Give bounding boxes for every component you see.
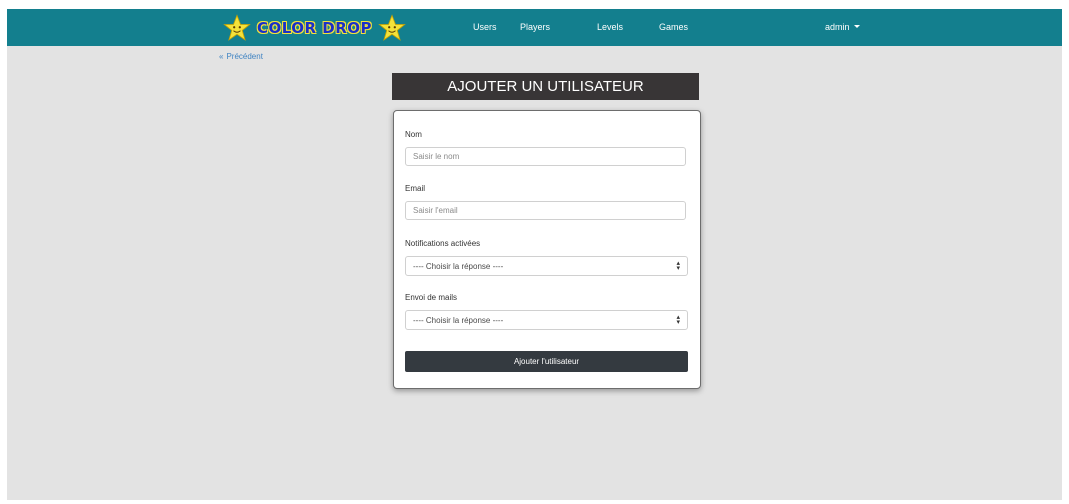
mails-select[interactable]: ---- Choisir la réponse ---- ▴ ▾ [405,310,688,330]
mails-label: Envoi de mails [405,293,458,302]
app-viewport: COLOR DROP Users Players Levels Games ad… [7,9,1062,500]
name-label: Nom [405,130,422,139]
nav-link-levels[interactable]: Levels [597,22,623,32]
back-link[interactable]: «Précédent [219,52,263,61]
back-link-label: Précédent [226,52,263,61]
brand-name: COLOR DROP [257,18,373,37]
nav-link-users[interactable]: Users [473,22,497,32]
user-menu-label: admin [825,22,850,32]
select-arrows-icon: ▴ ▾ [676,260,680,272]
user-menu-dropdown[interactable]: admin [825,22,860,32]
double-chevron-left-icon: « [219,52,224,61]
notifications-label: Notifications activées [405,239,481,248]
name-input[interactable] [405,147,686,166]
notifications-select[interactable]: ---- Choisir la réponse ---- ▴ ▾ [405,256,688,276]
caret-down-icon [853,25,860,28]
nav-link-games[interactable]: Games [659,22,688,32]
email-label: Email [405,184,426,193]
top-navbar: COLOR DROP Users Players Levels Games ad… [7,9,1062,46]
page-title: AJOUTER UN UTILISATEUR [392,73,699,100]
star-icon [378,13,406,41]
mails-select-value: ---- Choisir la réponse ---- [413,315,504,325]
star-icon [223,13,251,41]
brand-logo[interactable]: COLOR DROP [223,13,406,42]
add-user-button[interactable]: Ajouter l'utilisateur [405,351,688,372]
add-user-form: Nom Email Notifications activées ---- Ch… [393,110,701,389]
nav-link-players[interactable]: Players [520,22,550,32]
email-input[interactable] [405,201,686,220]
notifications-select-value: ---- Choisir la réponse ---- [413,261,504,271]
select-arrows-icon: ▴ ▾ [676,314,680,326]
